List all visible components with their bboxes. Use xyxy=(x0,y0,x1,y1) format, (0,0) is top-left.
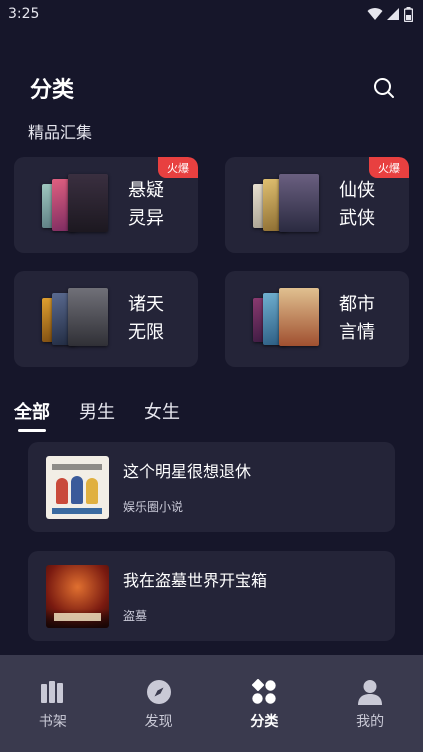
header: 分类 xyxy=(0,68,423,108)
book-cover xyxy=(68,174,108,232)
book-tag: 盗墓 xyxy=(123,608,148,623)
category-name: 诸天无限 xyxy=(128,294,164,343)
list-item[interactable]: 这个明星很想退休 娱乐圈小说 xyxy=(28,442,395,532)
book-stack-image xyxy=(253,288,321,350)
book-list: 这个明星很想退休 娱乐圈小说 我在盗墓世界开宝箱 盗墓 xyxy=(28,442,395,660)
section-title: 精品汇集 xyxy=(28,123,93,142)
category-name: 都市言情 xyxy=(339,294,375,343)
book-title: 我在盗墓世界开宝箱 xyxy=(123,570,268,590)
book-info: 这个明星很想退休 娱乐圈小说 xyxy=(123,456,251,519)
book-stack-image xyxy=(253,174,321,236)
book-cover xyxy=(279,288,319,346)
bookshelf-icon xyxy=(40,679,66,705)
list-item[interactable]: 我在盗墓世界开宝箱 盗墓 xyxy=(28,551,395,641)
hot-badge: 火爆 xyxy=(369,157,409,178)
battery-icon xyxy=(404,6,413,22)
category-card-infinite[interactable]: 诸天无限 xyxy=(14,271,198,367)
filter-tabs: 全部 男生 女生 xyxy=(14,398,180,434)
book-title: 这个明星很想退休 xyxy=(123,461,252,481)
tab-all[interactable]: 全部 xyxy=(14,398,50,434)
book-cover xyxy=(68,288,108,346)
status-icons xyxy=(367,6,413,22)
status-bar: 3:25 xyxy=(0,0,423,28)
nav-bookshelf[interactable]: 书架 xyxy=(18,679,88,752)
category-card-urban[interactable]: 都市言情 xyxy=(225,271,409,367)
category-grid: 火爆 悬疑灵异 火爆 仙侠武侠 诸天无限 都市言情 xyxy=(14,157,409,367)
status-time: 3:25 xyxy=(8,6,40,22)
book-stack-image xyxy=(42,288,110,350)
search-icon xyxy=(374,78,394,98)
nav-discover[interactable]: 发现 xyxy=(124,679,194,752)
wifi-icon xyxy=(367,8,383,20)
category-icon xyxy=(251,679,277,705)
cellular-icon xyxy=(387,8,399,20)
nav-label: 分类 xyxy=(250,714,279,730)
nav-category[interactable]: 分类 xyxy=(229,679,299,752)
nav-label: 书架 xyxy=(38,714,67,730)
tab-female[interactable]: 女生 xyxy=(144,398,180,434)
category-card-suspense[interactable]: 火爆 悬疑灵异 xyxy=(14,157,198,253)
bottom-nav: 书架 发现 分类 我的 xyxy=(0,655,423,752)
user-icon xyxy=(357,679,383,705)
nav-profile[interactable]: 我的 xyxy=(335,679,405,752)
category-card-xianxia[interactable]: 火爆 仙侠武侠 xyxy=(225,157,409,253)
category-name: 悬疑灵异 xyxy=(128,180,164,229)
page-title: 分类 xyxy=(30,78,75,103)
category-name: 仙侠武侠 xyxy=(339,180,375,229)
nav-label: 我的 xyxy=(356,714,385,730)
tab-male[interactable]: 男生 xyxy=(79,398,115,434)
book-info: 我在盗墓世界开宝箱 盗墓 xyxy=(123,565,267,628)
book-cover xyxy=(279,174,319,232)
book-tag: 娱乐圈小说 xyxy=(123,499,184,514)
nav-label: 发现 xyxy=(144,714,173,730)
book-cover-image xyxy=(46,564,109,628)
search-button[interactable] xyxy=(371,75,397,101)
hot-badge: 火爆 xyxy=(158,157,198,178)
book-stack-image xyxy=(42,174,110,236)
book-cover-image xyxy=(46,455,109,519)
compass-icon xyxy=(146,679,172,705)
